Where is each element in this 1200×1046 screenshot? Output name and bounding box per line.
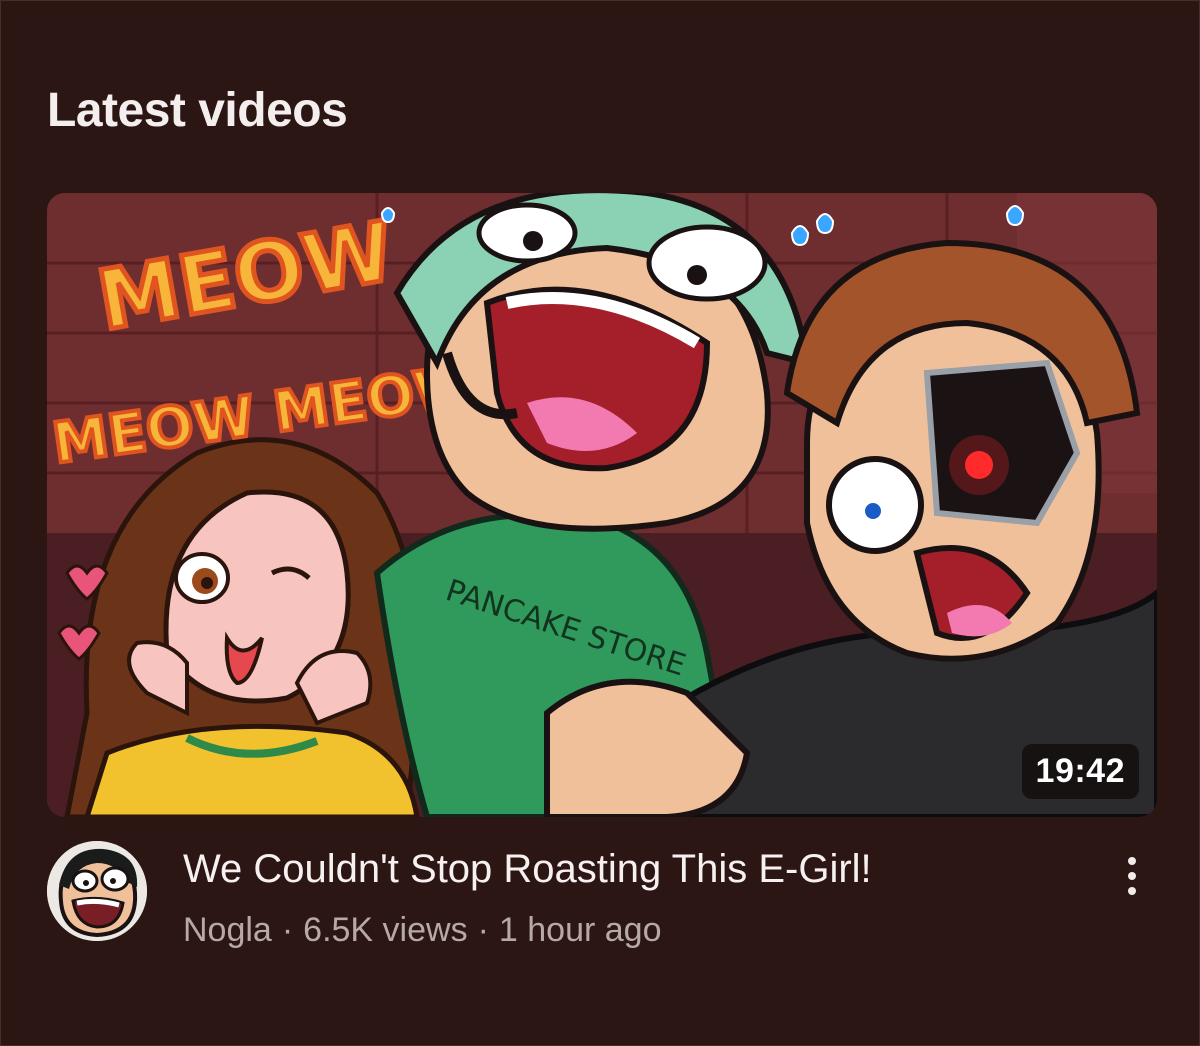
meta-separator: ·: [477, 911, 489, 949]
more-dot: [1128, 887, 1136, 895]
thumbnail-art: MEOW MEOW MEOW PANCAKE STORE: [47, 193, 1157, 817]
channel-avatar[interactable]: [47, 841, 147, 941]
more-dot: [1128, 857, 1136, 865]
meta-separator: ·: [281, 911, 294, 949]
section-title: Latest videos: [47, 84, 348, 137]
avatar-art: [47, 841, 147, 941]
video-thumbnail[interactable]: MEOW MEOW MEOW PANCAKE STORE 19:42: [47, 193, 1157, 817]
video-subtitle: Nogla · 6.5K views · 1 hour ago: [183, 911, 662, 950]
channel-name[interactable]: Nogla: [183, 911, 272, 949]
more-dot: [1128, 872, 1136, 880]
upload-age: 1 hour ago: [498, 911, 662, 949]
duration-badge: 19:42: [1021, 744, 1139, 799]
more-vertical-icon[interactable]: [1117, 853, 1147, 905]
view-count: 6.5K views: [303, 911, 468, 949]
page-frame: Latest videos MEOW MEOW MEOW PANCAKE STO…: [0, 0, 1200, 1046]
video-title[interactable]: We Couldn't Stop Roasting This E-Girl!: [183, 847, 872, 892]
video-meta-row: We Couldn't Stop Roasting This E-Girl! N…: [47, 839, 1157, 959]
